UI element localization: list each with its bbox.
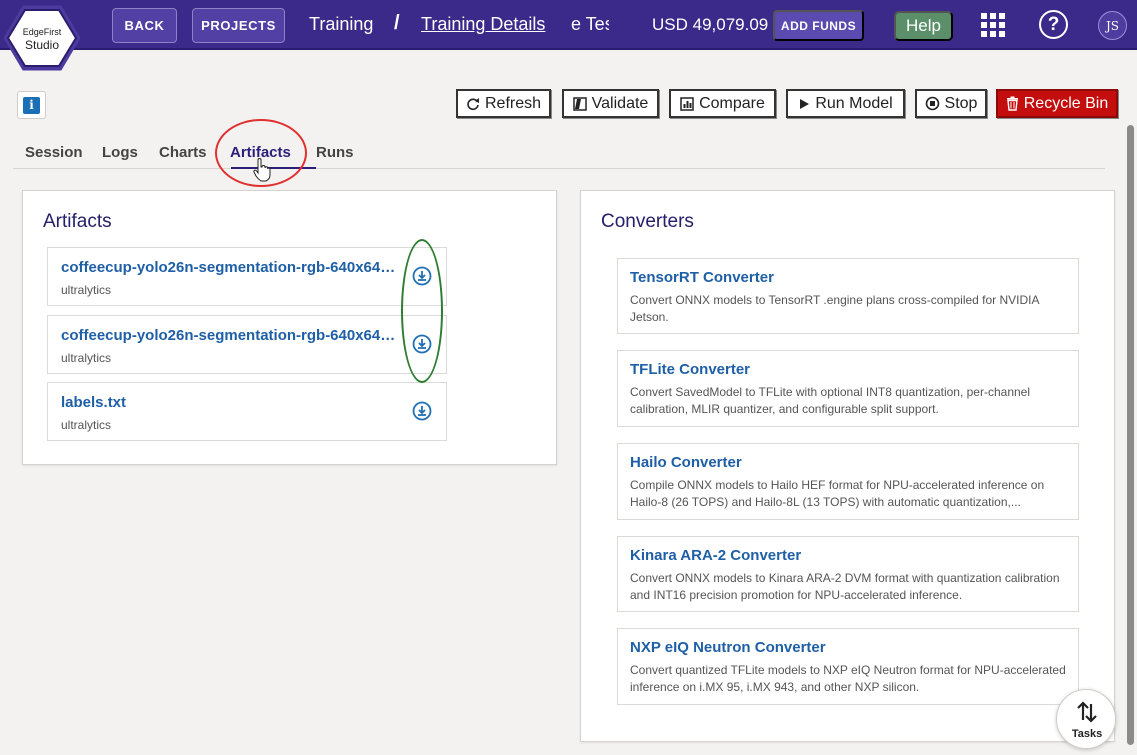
refresh-icon	[467, 97, 479, 110]
stop-label: Stop	[944, 94, 978, 112]
tasks-button[interactable]: Tasks	[1056, 689, 1116, 749]
validate-button[interactable]: Validate	[562, 89, 659, 118]
compare-label: Compare	[699, 94, 765, 112]
tab-bar: Session Logs Charts Artifacts Runs	[13, 140, 1105, 169]
avatar[interactable]: JS	[1098, 11, 1127, 40]
tab-charts[interactable]: Charts	[159, 144, 207, 161]
refresh-button[interactable]: Refresh	[456, 89, 551, 118]
converters-card: Converters TensorRT Converter Convert ON…	[580, 190, 1115, 742]
converter-name[interactable]: Kinara ARA-2 Converter	[630, 547, 801, 564]
breadcrumb-session-name: e Tes	[571, 14, 609, 34]
scrollbar[interactable]	[1127, 125, 1134, 745]
converters-title: Converters	[601, 211, 694, 232]
artifact-name[interactable]: coffeecup-yolo26n-segmentation-rgb-640x6…	[61, 327, 401, 344]
breadcrumb-separator: /	[394, 12, 400, 34]
converter-name[interactable]: NXP eIQ Neutron Converter	[630, 639, 826, 656]
compare-button[interactable]: Compare	[669, 89, 776, 118]
back-button[interactable]: BACK	[112, 8, 177, 43]
tab-runs[interactable]: Runs	[316, 144, 354, 161]
converter-name[interactable]: TensorRT Converter	[630, 269, 774, 286]
breadcrumb-training-details[interactable]: Training Details	[421, 14, 545, 35]
artifact-name[interactable]: labels.txt	[61, 394, 401, 411]
stop-button[interactable]: Stop	[915, 89, 987, 118]
apps-grid-icon[interactable]	[981, 13, 1005, 37]
top-bar: BACK PROJECTS Training / Training Detail…	[0, 0, 1137, 50]
help-button[interactable]: Help	[894, 11, 953, 41]
validate-label: Validate	[591, 94, 649, 112]
sort-arrows-icon	[1077, 701, 1097, 723]
recycle-bin-button[interactable]: Recycle Bin	[996, 89, 1118, 118]
artifact-item[interactable]: labels.txt ultralytics	[47, 382, 447, 441]
run-model-label: Run Model	[815, 94, 893, 112]
refresh-label: Refresh	[484, 94, 542, 112]
question-icon[interactable]: ?	[1039, 10, 1068, 39]
annotation-green-oval	[401, 239, 443, 383]
converter-item[interactable]: Kinara ARA-2 Converter Convert ONNX mode…	[617, 536, 1079, 612]
converter-item[interactable]: NXP eIQ Neutron Converter Convert quanti…	[617, 628, 1079, 705]
logo-line2: Studio	[25, 38, 59, 52]
artifact-source: ultralytics	[61, 418, 112, 432]
add-funds-button[interactable]: ADD FUNDS	[773, 10, 864, 41]
compare-icon	[680, 96, 694, 111]
artifact-item[interactable]: coffeecup-yolo26n-segmentation-rgb-640x6…	[47, 247, 447, 306]
converter-description: Convert SavedModel to TFLite with option…	[630, 385, 1031, 416]
validate-icon	[572, 96, 587, 111]
artifacts-title: Artifacts	[43, 211, 112, 232]
recycle-bin-label: Recycle Bin	[1023, 94, 1109, 112]
tab-session[interactable]: Session	[25, 144, 83, 161]
converter-description: Convert ONNX models to TensorRT .engine …	[630, 293, 1039, 324]
download-icon[interactable]	[412, 401, 432, 421]
run-model-button[interactable]: Run Model	[786, 89, 905, 118]
info-button[interactable]: i	[17, 91, 46, 119]
converter-description: Convert quantized TFLite models to NXP e…	[630, 663, 1066, 694]
converter-item[interactable]: TensorRT Converter Convert ONNX models t…	[617, 258, 1079, 334]
tasks-label: Tasks	[1071, 728, 1103, 740]
artifact-source: ultralytics	[61, 351, 112, 365]
info-icon: i	[23, 96, 40, 114]
logo-line1: EdgeFirst	[23, 27, 62, 37]
converter-name[interactable]: TFLite Converter	[630, 361, 750, 378]
stop-icon	[925, 96, 939, 111]
converter-item[interactable]: Hailo Converter Compile ONNX models to H…	[617, 443, 1079, 520]
artifact-name[interactable]: coffeecup-yolo26n-segmentation-rgb-640x6…	[61, 259, 401, 276]
artifacts-card: Artifacts coffeecup-yolo26n-segmentation…	[22, 190, 557, 465]
breadcrumb-training[interactable]: Training	[309, 14, 373, 35]
projects-button[interactable]: PROJECTS	[192, 8, 285, 43]
converter-name[interactable]: Hailo Converter	[630, 454, 742, 471]
converter-item[interactable]: TFLite Converter Convert SavedModel to T…	[617, 350, 1079, 427]
account-balance: USD 49,079.09	[652, 15, 769, 34]
trash-icon	[1006, 96, 1018, 111]
converter-description: Compile ONNX models to Hailo HEF format …	[630, 478, 1045, 509]
play-icon	[800, 98, 810, 109]
artifact-source: ultralytics	[61, 283, 112, 297]
artifact-item[interactable]: coffeecup-yolo26n-segmentation-rgb-640x6…	[47, 315, 447, 374]
tab-logs[interactable]: Logs	[102, 144, 138, 161]
hand-cursor-icon	[253, 158, 271, 182]
converter-description: Convert ONNX models to Kinara ARA-2 DVM …	[630, 571, 1060, 602]
edgefirst-studio-logo[interactable]: EdgeFirst Studio	[3, 5, 81, 71]
